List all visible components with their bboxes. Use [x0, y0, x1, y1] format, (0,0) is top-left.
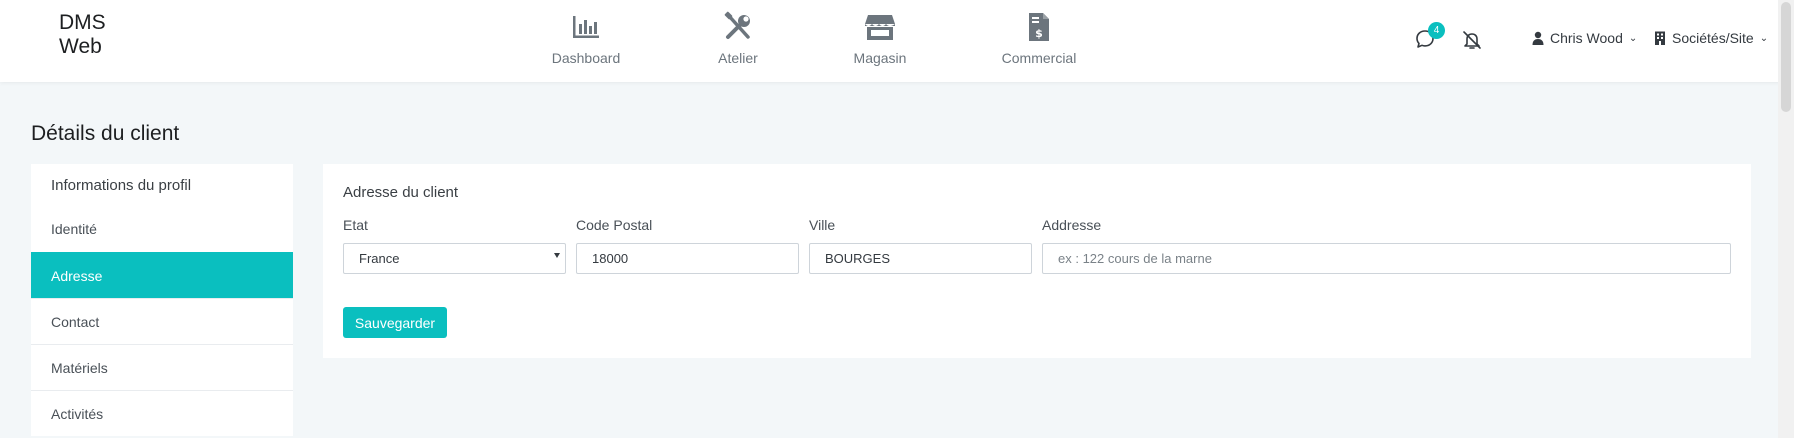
ville-input[interactable]	[809, 243, 1032, 274]
code-postal-label: Code Postal	[576, 217, 653, 233]
code-postal-input[interactable]	[576, 243, 799, 274]
nav-dashboard[interactable]: Dashboard	[526, 0, 646, 82]
message-count-badge: 4	[1428, 22, 1445, 39]
building-icon	[1655, 31, 1665, 45]
profile-sidebar: Informations du profil Identité Adresse …	[31, 164, 293, 436]
user-name: Chris Wood	[1550, 30, 1623, 46]
user-menu[interactable]: Chris Wood ⌄	[1532, 30, 1637, 46]
nav-label: Magasin	[853, 50, 907, 66]
nav-magasin[interactable]: Magasin	[820, 0, 940, 82]
card-title: Adresse du client	[343, 184, 459, 201]
brand-line-2: Web	[59, 35, 102, 58]
scrollbar-thumb[interactable]	[1781, 2, 1791, 112]
sidebar-item-materiels[interactable]: Matériels	[31, 344, 293, 390]
nav-atelier[interactable]: Atelier	[678, 0, 798, 82]
nav-label: Commercial	[1001, 50, 1077, 66]
invoice-dollar-icon: $	[1029, 13, 1049, 41]
sidebar-item-activites[interactable]: Activités	[31, 390, 293, 436]
site-label: Sociétés/Site	[1672, 30, 1754, 46]
nav-label: Dashboard	[551, 50, 621, 66]
chevron-down-icon: ⌄	[1628, 32, 1638, 44]
save-button[interactable]: Sauvegarder	[343, 307, 447, 338]
etat-label: Etat	[343, 217, 368, 233]
bar-chart-icon	[573, 16, 599, 38]
sidebar-item-identite[interactable]: Identité	[31, 206, 293, 252]
address-card: Adresse du client Etat France Code Posta…	[323, 164, 1751, 358]
wrench-screwdriver-icon	[724, 11, 750, 39]
site-menu[interactable]: Sociétés/Site ⌄	[1654, 30, 1768, 46]
etat-select-value: France	[359, 251, 400, 266]
nav-label: Atelier	[718, 50, 758, 66]
chevron-down-icon: ⌄	[1759, 32, 1769, 44]
etat-select[interactable]: France	[343, 243, 566, 274]
adresse-label: Addresse	[1042, 217, 1102, 233]
brand-line-1: DMS	[59, 11, 106, 34]
sidebar-item-adresse[interactable]: Adresse	[31, 252, 293, 298]
page-scrollbar[interactable]	[1778, 0, 1794, 438]
adresse-input[interactable]	[1042, 243, 1731, 274]
bell-off-icon[interactable]	[1461, 29, 1483, 51]
sidebar-item-contact[interactable]: Contact	[31, 298, 293, 344]
caret-down-icon	[554, 253, 560, 258]
top-navbar: DMS Web Dashboard Atelier Magasin $ Comm…	[0, 0, 1794, 82]
svg-text:$: $	[1035, 27, 1043, 40]
nav-commercial[interactable]: $ Commercial	[979, 0, 1099, 82]
shop-icon	[865, 15, 895, 40]
brand-logo[interactable]: DMS Web	[59, 11, 106, 59]
ville-label: Ville	[809, 217, 836, 233]
page-title: Détails du client	[31, 122, 180, 145]
sidebar-heading: Informations du profil	[51, 177, 192, 194]
user-icon	[1532, 31, 1544, 45]
